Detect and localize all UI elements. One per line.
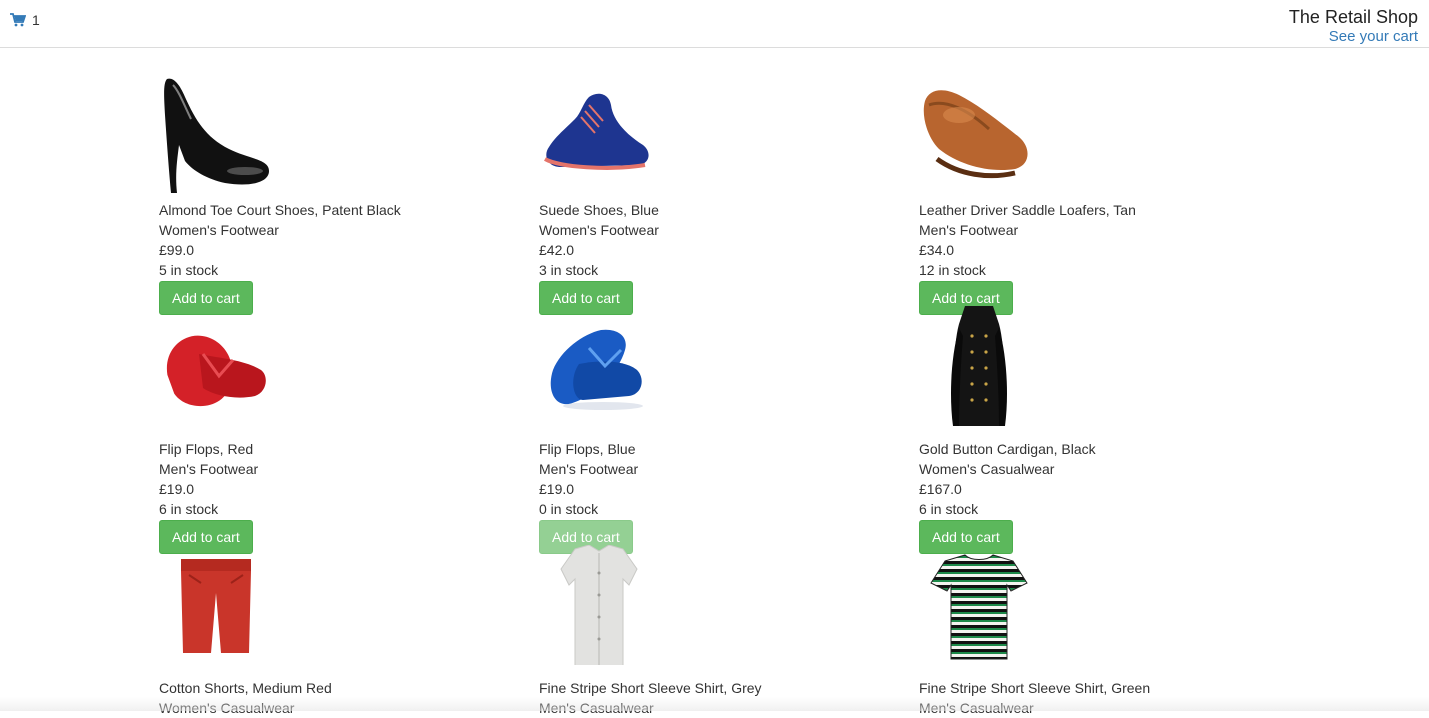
product-stock: 0 in stock [539, 499, 899, 519]
product-name: Suede Shoes, Blue [539, 200, 899, 220]
product-category: Women's Casualwear [919, 459, 1279, 479]
product-category: Men's Footwear [919, 220, 1279, 240]
top-navbar: 1 The Retail Shop See your cart [0, 0, 1429, 48]
product-card: Flip Flops, Blue Men's Footwear £19.0 0 … [539, 314, 899, 554]
product-image-black-court-shoe [159, 75, 279, 195]
add-to-cart-button[interactable]: Add to cart [159, 520, 253, 554]
product-card: Suede Shoes, Blue Women's Footwear £42.0… [539, 75, 899, 315]
product-image-red-flip-flops [159, 314, 279, 434]
product-card: Flip Flops, Red Men's Footwear £19.0 6 i… [159, 314, 519, 554]
product-name: Flip Flops, Blue [539, 439, 899, 459]
product-image-blue-flip-flops [539, 314, 659, 434]
product-image-red-shorts [159, 553, 279, 673]
product-card: Leather Driver Saddle Loafers, Tan Men's… [919, 75, 1279, 315]
cart-indicator[interactable]: 1 [10, 12, 40, 28]
add-to-cart-button[interactable]: Add to cart [919, 520, 1013, 554]
product-price: £42.0 [539, 240, 899, 260]
product-stock: 12 in stock [919, 260, 1279, 280]
cart-count: 1 [32, 12, 40, 28]
product-price: £167.0 [919, 479, 1279, 499]
product-image-black-cardigan [919, 314, 1039, 434]
product-card: Gold Button Cardigan, Black Women's Casu… [919, 314, 1279, 554]
shopping-cart-icon [10, 13, 26, 27]
product-image-blue-suede-shoe [539, 75, 659, 195]
product-name: Gold Button Cardigan, Black [919, 439, 1279, 459]
product-stock: 3 in stock [539, 260, 899, 280]
product-name: Cotton Shorts, Medium Red [159, 678, 519, 698]
see-cart-link[interactable]: See your cart [1329, 28, 1418, 46]
product-name: Flip Flops, Red [159, 439, 519, 459]
product-stock: 6 in stock [919, 499, 1279, 519]
product-stock: 6 in stock [159, 499, 519, 519]
product-image-green-striped-tshirt [919, 553, 1039, 673]
bottom-scroll-shadow [0, 697, 1429, 711]
product-category: Women's Footwear [159, 220, 519, 240]
add-to-cart-button[interactable]: Add to cart [539, 281, 633, 315]
product-name: Leather Driver Saddle Loafers, Tan [919, 200, 1279, 220]
product-category: Men's Footwear [159, 459, 519, 479]
add-to-cart-button[interactable]: Add to cart [159, 281, 253, 315]
product-category: Men's Footwear [539, 459, 899, 479]
shop-title: The Retail Shop [1289, 6, 1418, 28]
brand-area: The Retail Shop See your cart [1289, 6, 1418, 46]
product-name: Fine Stripe Short Sleeve Shirt, Grey [539, 678, 899, 698]
product-price: £99.0 [159, 240, 519, 260]
product-card: Almond Toe Court Shoes, Patent Black Wom… [159, 75, 519, 315]
product-category: Women's Footwear [539, 220, 899, 240]
product-name: Fine Stripe Short Sleeve Shirt, Green [919, 678, 1279, 698]
product-card: Cotton Shorts, Medium Red Women's Casual… [159, 553, 519, 718]
product-card: Fine Stripe Short Sleeve Shirt, Green Me… [919, 553, 1279, 718]
product-image-tan-loafer [919, 75, 1039, 195]
product-stock: 5 in stock [159, 260, 519, 280]
product-image-grey-shirt [539, 553, 659, 673]
product-price: £34.0 [919, 240, 1279, 260]
product-price: £19.0 [539, 479, 899, 499]
product-name: Almond Toe Court Shoes, Patent Black [159, 200, 519, 220]
product-price: £19.0 [159, 479, 519, 499]
product-card: Fine Stripe Short Sleeve Shirt, Grey Men… [539, 553, 899, 718]
